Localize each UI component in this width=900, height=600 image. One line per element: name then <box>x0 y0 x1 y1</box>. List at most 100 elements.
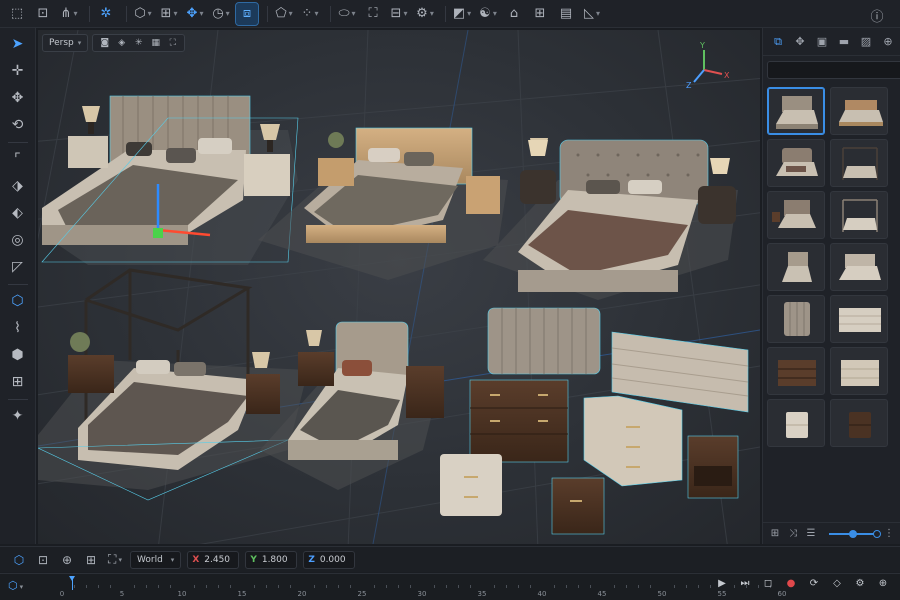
shading-icon[interactable]: ◈ <box>114 38 129 48</box>
asset-headboard-low[interactable] <box>830 295 888 343</box>
keyframe-icon[interactable]: ◇ <box>830 578 844 589</box>
move-icon[interactable]: ✥ ▾ <box>184 3 206 25</box>
tab-add[interactable]: ⊕ <box>877 32 899 52</box>
shuffle-icon[interactable]: ⤨ <box>787 528 799 539</box>
nightstand-small[interactable] <box>551 477 605 535</box>
transform-gizmo-icon[interactable]: ✲ <box>95 3 117 25</box>
settings-icon[interactable]: ⚙ ▾ <box>414 3 436 25</box>
settings-icon[interactable]: ⚙ <box>853 578 867 589</box>
target-icon[interactable]: ◎ <box>5 229 31 251</box>
asset-bed-queen[interactable] <box>830 243 888 291</box>
primitive-icon[interactable]: ⬠ ▾ <box>273 3 295 25</box>
play-icon[interactable]: ▶ <box>715 578 729 589</box>
cube-icon[interactable]: ⬡ ▾ <box>132 3 154 25</box>
next-frame-icon[interactable]: ⏭ <box>738 578 752 589</box>
tab-nodes[interactable]: ✥ <box>789 32 811 52</box>
thumbnail-size-slider[interactable] <box>829 529 881 538</box>
dresser-dark[interactable] <box>469 379 569 463</box>
add-icon[interactable]: ⊕ <box>58 551 76 569</box>
loop-icon[interactable]: ⟳ <box>807 578 821 589</box>
record-icon[interactable]: ● <box>784 578 798 589</box>
position-y-field[interactable]: Y 1.800 <box>245 550 298 569</box>
asset-nightstand-light[interactable] <box>767 399 825 447</box>
more-options-icon[interactable]: ⋮ <box>883 528 895 539</box>
tab-images[interactable]: ▨ <box>855 32 877 52</box>
info-icon[interactable]: ⓘ <box>866 4 888 26</box>
snap-icon[interactable]: ⋔ ▾ <box>58 3 80 25</box>
slider-max-knob[interactable] <box>873 529 881 538</box>
asset-dresser-dark[interactable] <box>767 347 825 395</box>
camera-icon[interactable]: ☯ ▾ <box>477 3 499 25</box>
asset-nightstand-dark[interactable] <box>830 399 888 447</box>
edit-icon[interactable]: ◺ ▾ <box>581 3 603 25</box>
scale-icon[interactable]: ⌜ <box>5 148 31 170</box>
bevel-icon[interactable]: ⬖ <box>5 202 31 224</box>
timeline-mode-icon[interactable]: ⬡ ▾ <box>8 579 23 592</box>
asset-bed-upholstered[interactable] <box>767 87 825 135</box>
cube-icon[interactable]: ⬡ <box>5 290 31 312</box>
bed-tufted[interactable] <box>483 139 738 300</box>
grid-icon[interactable]: ⊞ <box>82 551 100 569</box>
rotate-icon[interactable]: ◷ ▾ <box>210 3 232 25</box>
nightstand-dark[interactable] <box>687 435 739 499</box>
slider-knob[interactable] <box>849 529 857 538</box>
table-icon[interactable]: ⊞ <box>529 3 551 25</box>
tab-assets[interactable]: ⧉ <box>767 32 789 52</box>
particles-icon[interactable]: ⁘ ▾ <box>299 3 321 25</box>
translate-icon[interactable]: ✥ <box>5 87 31 109</box>
asset-bed-single[interactable] <box>767 243 825 291</box>
grid-toggle-icon[interactable]: ▦ <box>148 38 163 48</box>
edit-mode-icon[interactable]: ⊡ <box>34 551 52 569</box>
rotate-icon[interactable]: ⟲ <box>5 114 31 136</box>
search-input[interactable] <box>767 61 900 79</box>
axis-gizmo[interactable]: Y X Z <box>682 40 732 90</box>
stop-icon[interactable]: ◻ <box>761 578 775 589</box>
grid-icon[interactable]: ⊞ <box>5 371 31 393</box>
transform-icon[interactable]: ⊞ ▾ <box>158 3 180 25</box>
tab-media[interactable]: ▣ <box>811 32 833 52</box>
grid-view-icon[interactable]: ⊞ <box>769 528 781 539</box>
region-icon[interactable]: ⛶ <box>362 3 384 25</box>
asset-bed-panel[interactable] <box>767 191 825 239</box>
dresser-light[interactable] <box>583 395 683 487</box>
headboard-tall[interactable] <box>487 307 601 375</box>
list-view-icon[interactable]: ☰ <box>805 528 817 539</box>
timeline-ruler[interactable]: 0 5 10 15 20 25 30 35 40 45 50 55 60 <box>38 574 786 600</box>
light-icon[interactable]: ✦ <box>5 405 31 427</box>
tab-folders[interactable]: ▬ <box>833 32 855 52</box>
coordinate-space-dropdown[interactable]: World ▾ <box>130 550 182 569</box>
fullscreen-icon[interactable]: ⛶ <box>165 38 180 48</box>
ellipse-icon[interactable]: ⬭ ▾ <box>336 3 358 25</box>
frame-icon[interactable]: ⊡ <box>32 3 54 25</box>
ruler-icon[interactable]: ⌇ <box>5 317 31 339</box>
select-icon[interactable]: ⬚ <box>6 3 28 25</box>
snap-icon[interactable]: ⛶ ▾ <box>106 551 124 569</box>
camera-dropdown[interactable]: Persp ▾ <box>42 34 89 52</box>
pointer-icon[interactable]: ➤ <box>5 33 31 55</box>
panel-icon[interactable]: ▤ <box>555 3 577 25</box>
asset-bed-tufted[interactable] <box>767 139 825 187</box>
object-mode-icon[interactable]: ⬡ <box>10 551 28 569</box>
asset-bed-wood-low[interactable] <box>830 87 888 135</box>
extrude-icon[interactable]: ⬗ <box>5 175 31 197</box>
bed-canopy[interactable] <box>38 268 308 501</box>
move-icon[interactable]: ✛ <box>5 60 31 82</box>
position-x-field[interactable]: X 2.450 <box>187 550 240 569</box>
grid-icon[interactable]: ⊟ ▾ <box>388 3 410 25</box>
view-icon[interactable]: ⧈ <box>235 1 259 26</box>
render-icon[interactable]: ◩ ▾ <box>451 3 473 25</box>
camera-icon[interactable]: ◙ <box>97 38 112 48</box>
measure-icon[interactable]: ◸ <box>5 256 31 278</box>
target-icon[interactable]: ⊕ <box>876 578 890 589</box>
box-icon[interactable]: ⬢ <box>5 344 31 366</box>
position-z-field[interactable]: Z 0.000 <box>303 550 356 569</box>
asset-headboard-tall[interactable] <box>767 295 825 343</box>
3d-viewport[interactable]: Persp ▾ ◙ ◈ ✳ ▦ ⛶ Y X Z <box>38 30 760 544</box>
asset-dresser-light[interactable] <box>830 347 888 395</box>
playhead[interactable] <box>69 576 75 590</box>
nightstand-light[interactable] <box>440 454 502 516</box>
home-icon[interactable]: ⌂ <box>503 3 525 25</box>
light-icon[interactable]: ✳ <box>131 38 146 48</box>
asset-bed-canopy[interactable] <box>830 139 888 187</box>
asset-bed-canopy-light[interactable] <box>830 191 888 239</box>
